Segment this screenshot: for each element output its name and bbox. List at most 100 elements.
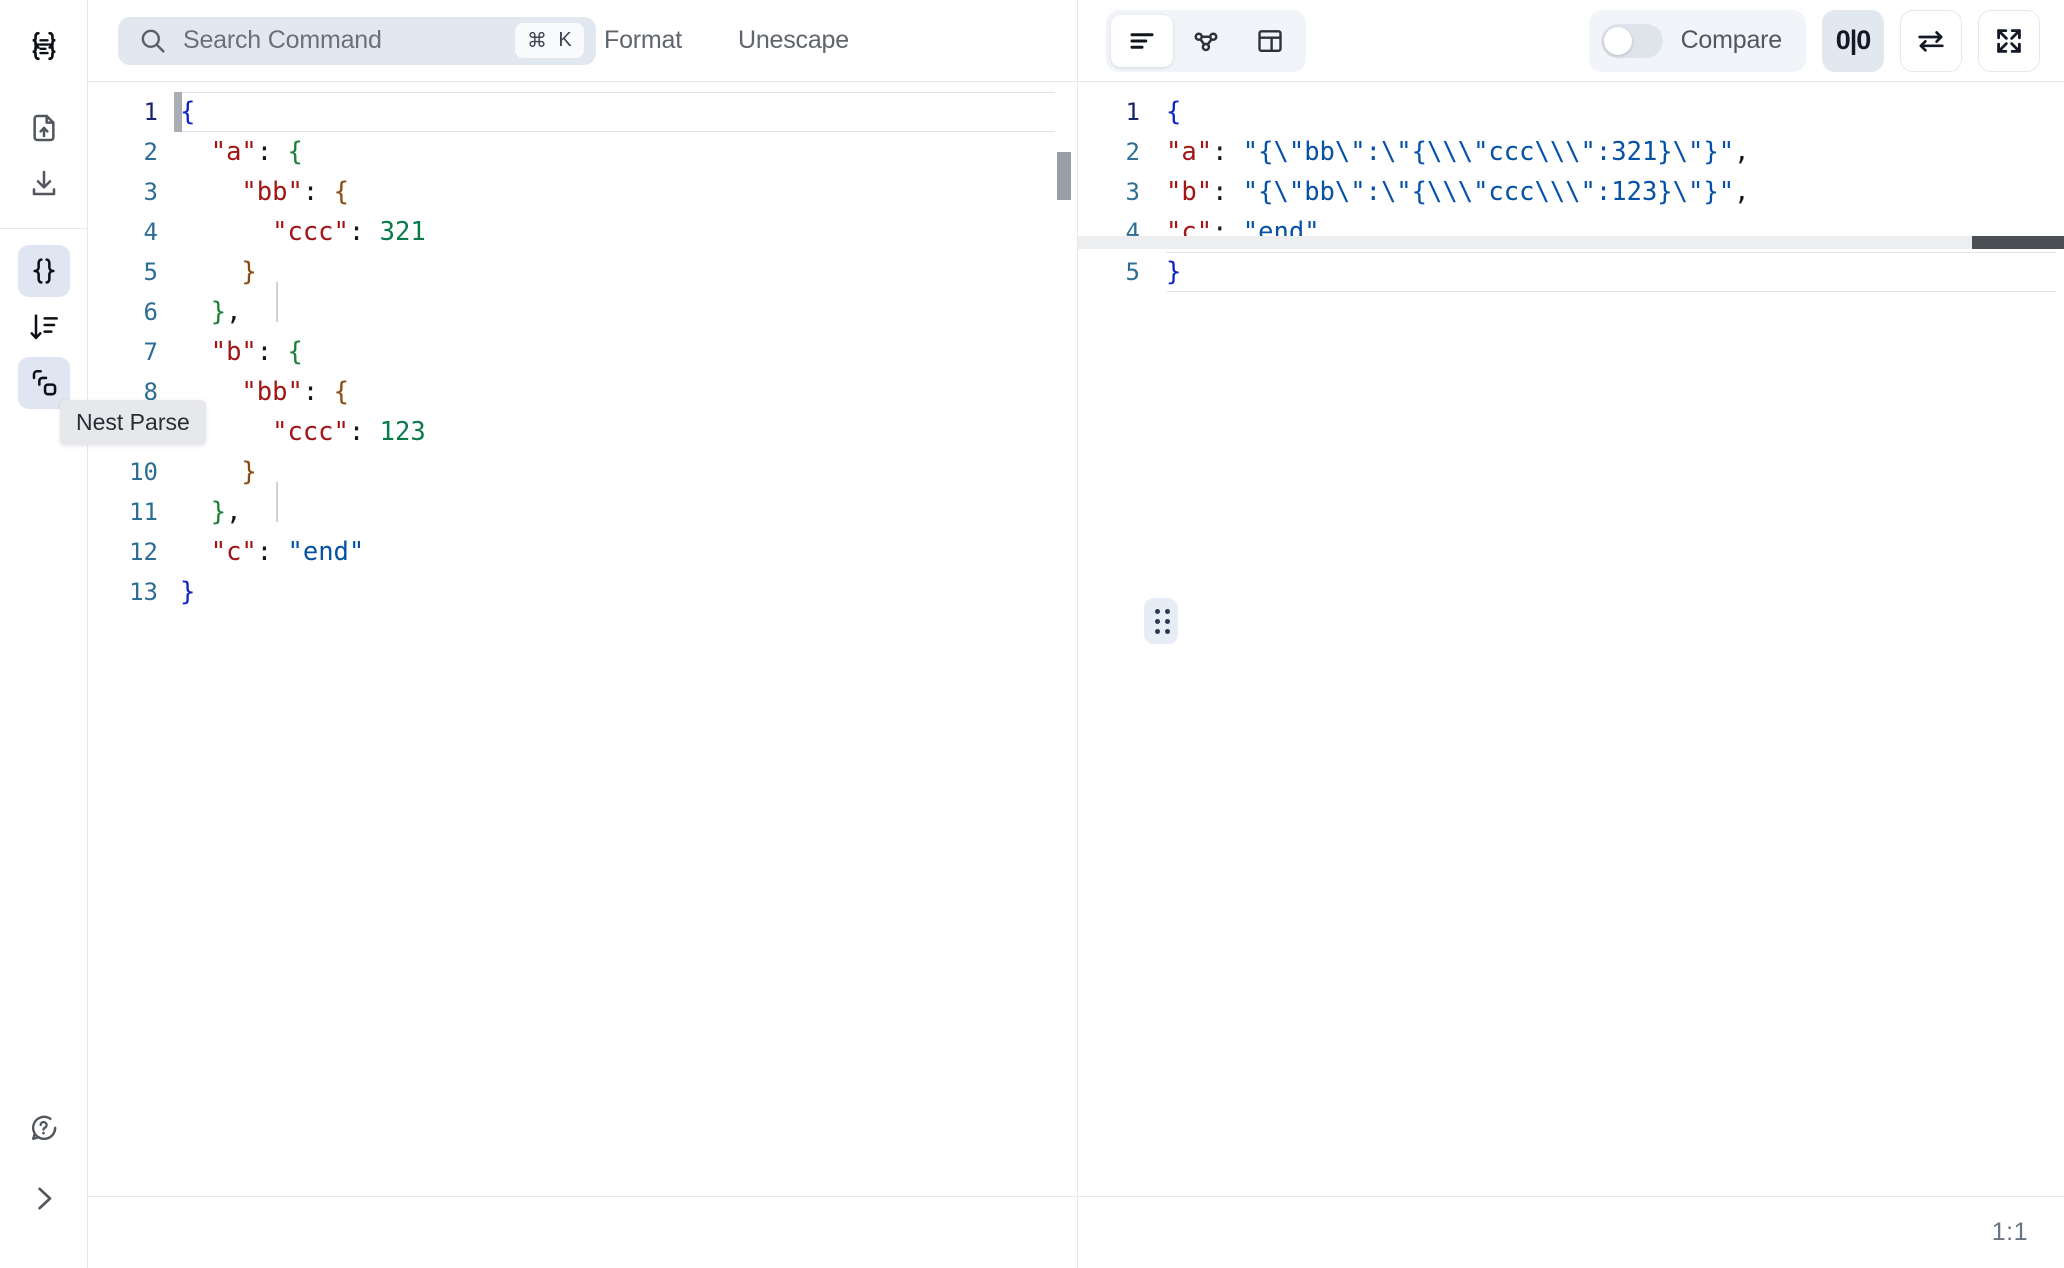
table-grid-icon[interactable] <box>1239 15 1301 67</box>
code-line[interactable]: 3 "b": "{\"bb\":\"{\\\"ccc\\\":123}\"}", <box>1078 172 2064 212</box>
line-number: 5 <box>143 258 158 286</box>
input-vertical-scrollbar[interactable] <box>1057 152 1071 200</box>
nest-parse-tooltip: Nest Parse <box>60 400 206 445</box>
code-text[interactable]: "a": { <box>180 132 303 172</box>
line-number: 3 <box>143 178 158 206</box>
handle-dot <box>1155 619 1160 624</box>
line-number: 7 <box>143 338 158 366</box>
code-token: "c" <box>210 537 257 567</box>
compare-toggle[interactable]: Compare <box>1588 9 1806 72</box>
pane-resize-handle[interactable] <box>1144 598 1178 644</box>
code-line[interactable]: 2 "a": "{\"bb\":\"{\\\"ccc\\\":321}\"}", <box>1078 132 2064 172</box>
sidebar-item-sort[interactable] <box>18 301 70 353</box>
code-text[interactable]: }, <box>180 292 242 332</box>
search-icon <box>138 26 167 55</box>
code-token: "ccc" <box>272 417 349 447</box>
code-text[interactable]: "ccc": 321 <box>180 212 426 252</box>
code-line[interactable]: 12 "c": "end" <box>88 532 1077 572</box>
output-editor-code[interactable]: 1{2 "a": "{\"bb\":\"{\\\"ccc\\\":321}\"}"… <box>1078 82 2064 292</box>
code-text[interactable]: }, <box>180 492 242 532</box>
sidebar-item-download[interactable] <box>18 158 70 210</box>
code-token: } <box>241 457 257 487</box>
code-token: { <box>287 337 303 367</box>
line-number: 1 <box>143 98 158 126</box>
code-text[interactable]: "bb": { <box>180 172 349 212</box>
code-line[interactable]: 5} <box>1078 252 2064 292</box>
search-shortcut-badge: ⌘ K <box>515 23 584 58</box>
unescape-button[interactable]: Unescape <box>730 20 857 61</box>
code-text[interactable]: "b": { <box>180 332 303 372</box>
code-token: "ccc" <box>272 217 349 247</box>
help-circle-icon[interactable] <box>18 1102 70 1154</box>
app-root: Nest Parse Search Command ⌘ K Format Une… <box>0 0 2064 1268</box>
sidebar-item-format[interactable] <box>17 245 70 297</box>
code-text[interactable]: { <box>180 92 195 132</box>
code-line[interactable]: 2 "a": { <box>88 132 1077 172</box>
format-button[interactable]: Format <box>596 20 690 61</box>
line-number: 12 <box>129 538 158 566</box>
toolbar-left-group: Search Command ⌘ K Format Unescape <box>88 0 1078 81</box>
search-command-box[interactable]: Search Command ⌘ K <box>118 16 596 65</box>
code-token: } <box>210 297 227 327</box>
code-text[interactable]: } <box>180 452 257 492</box>
code-token: , <box>226 497 242 527</box>
code-token: : <box>1212 137 1243 167</box>
code-line[interactable]: 11 }, <box>88 492 1077 532</box>
sidebar-bottom-group <box>18 1102 70 1268</box>
code-line[interactable]: 3 "bb": { <box>88 172 1077 212</box>
sidebar-item-import[interactable] <box>18 102 70 154</box>
code-line[interactable]: 5 } <box>88 252 1077 292</box>
main-column: Search Command ⌘ K Format Unescape Compa… <box>88 0 2064 1268</box>
code-token: : <box>302 377 334 407</box>
code-line[interactable]: 1{ <box>88 92 1077 132</box>
split-panes-glyph: 0|0 <box>1835 25 1872 55</box>
code-text[interactable]: "c": "end" <box>180 532 365 572</box>
code-token: "b" <box>210 337 257 367</box>
code-token: : <box>302 177 334 207</box>
code-text[interactable]: "b": "{\"bb\":\"{\\\"ccc\\\":123}\"}", <box>1166 172 1749 212</box>
code-line[interactable]: 6 }, <box>88 292 1077 332</box>
line-number: 13 <box>129 578 158 606</box>
top-toolbar: Search Command ⌘ K Format Unescape Compa… <box>88 0 2064 81</box>
code-line[interactable]: 9 "ccc": 123 <box>88 412 1077 452</box>
input-editor-code[interactable]: 1{2 "a": {3 "bb": {4 "ccc": 321 5 } 6 }, 7 … <box>88 82 1077 612</box>
cursor-position-indicator: 1:1 <box>1991 1218 2028 1246</box>
code-token: : <box>256 137 288 167</box>
chevron-right-icon[interactable] <box>18 1172 70 1224</box>
output-horizontal-scrollbar[interactable] <box>1972 236 2064 249</box>
code-line[interactable]: 10 } <box>88 452 1077 492</box>
code-text[interactable]: } <box>180 572 195 612</box>
output-json-editor[interactable]: 1{2 "a": "{\"bb\":\"{\\\"ccc\\\":321}\"}"… <box>1078 82 2064 1196</box>
search-input[interactable]: Search Command <box>183 26 515 55</box>
code-line[interactable]: 8 "bb": { <box>88 372 1077 412</box>
line-number: 4 <box>143 218 158 246</box>
code-token: "{\"bb\":\"{\\\"ccc\\\":123}\"}" <box>1242 177 1735 207</box>
code-token: "b" <box>1166 177 1213 207</box>
code-text[interactable]: } <box>180 252 256 292</box>
code-text[interactable]: { <box>1166 92 1181 132</box>
input-json-editor[interactable]: 1{2 "a": {3 "bb": {4 "ccc": 321 5 } 6 }, 7 … <box>88 82 1078 1196</box>
code-text[interactable]: "ccc": 123 <box>180 412 426 452</box>
text-lines-icon[interactable] <box>1111 14 1173 67</box>
code-token: "bb" <box>241 377 303 407</box>
node-graph-icon[interactable] <box>1175 15 1237 67</box>
code-text[interactable]: "a": "{\"bb\":\"{\\\"ccc\\\":321}\"}", <box>1166 132 1749 172</box>
swap-arrows-icon[interactable] <box>1900 9 1962 72</box>
code-line[interactable]: 4 "ccc": 321 <box>88 212 1077 252</box>
code-line[interactable]: 7 "b": { <box>88 332 1077 372</box>
code-token: 123 <box>379 417 426 447</box>
expand-arrows-icon[interactable] <box>1978 9 2040 72</box>
handle-dot <box>1155 609 1160 614</box>
compare-switch[interactable] <box>1600 23 1663 58</box>
code-text[interactable]: } <box>1166 252 1181 292</box>
split-panes-icon[interactable]: 0|0 <box>1822 9 1884 72</box>
view-mode-segmented-control <box>1106 9 1306 72</box>
sidebar-divider <box>0 228 88 229</box>
code-line[interactable]: 13} <box>88 572 1077 612</box>
code-line[interactable]: 1{ <box>1078 92 2064 132</box>
